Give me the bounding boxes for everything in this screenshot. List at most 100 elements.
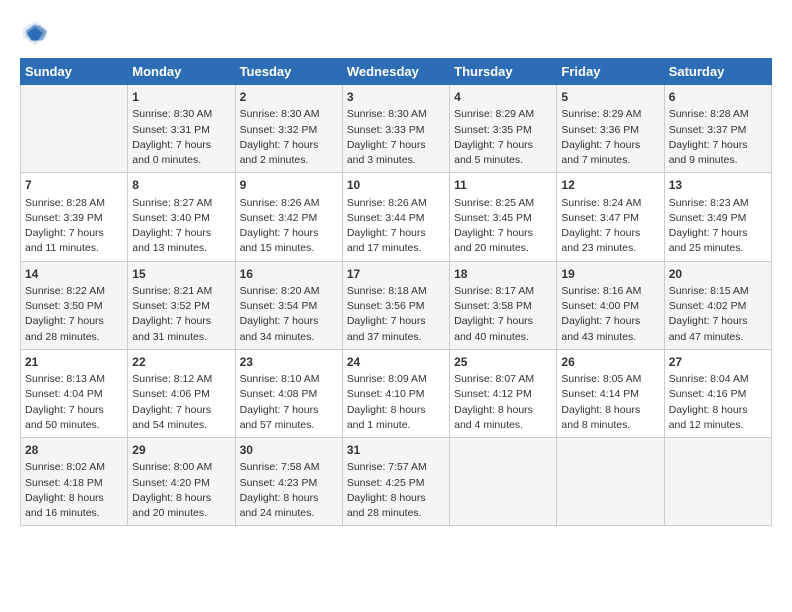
- calendar-cell: 13Sunrise: 8:23 AMSunset: 3:49 PMDayligh…: [664, 173, 771, 261]
- logo-icon: [20, 18, 50, 48]
- day-info-line: Sunrise: 7:58 AM: [240, 460, 338, 475]
- day-info-line: and 28 minutes.: [25, 330, 123, 345]
- col-thursday: Thursday: [450, 59, 557, 85]
- calendar-cell: 26Sunrise: 8:05 AMSunset: 4:14 PMDayligh…: [557, 349, 664, 437]
- day-info-line: Sunrise: 8:22 AM: [25, 284, 123, 299]
- day-info-line: Sunset: 3:39 PM: [25, 211, 123, 226]
- calendar-cell: 31Sunrise: 7:57 AMSunset: 4:25 PMDayligh…: [342, 438, 449, 526]
- day-info-line: Sunset: 4:08 PM: [240, 387, 338, 402]
- day-info-line: Sunset: 3:33 PM: [347, 123, 445, 138]
- day-info-line: and 4 minutes.: [454, 418, 552, 433]
- day-info-line: Sunrise: 8:24 AM: [561, 196, 659, 211]
- day-info-line: Sunrise: 8:00 AM: [132, 460, 230, 475]
- day-info-line: Daylight: 7 hours: [561, 314, 659, 329]
- day-info-line: Sunrise: 8:15 AM: [669, 284, 767, 299]
- day-info-line: Sunrise: 8:16 AM: [561, 284, 659, 299]
- day-number: 12: [561, 177, 659, 194]
- calendar-week-row: 28Sunrise: 8:02 AMSunset: 4:18 PMDayligh…: [21, 438, 772, 526]
- day-info-line: Daylight: 7 hours: [132, 138, 230, 153]
- calendar-cell: 2Sunrise: 8:30 AMSunset: 3:32 PMDaylight…: [235, 85, 342, 173]
- calendar-cell: 10Sunrise: 8:26 AMSunset: 3:44 PMDayligh…: [342, 173, 449, 261]
- day-info-line: Sunset: 4:10 PM: [347, 387, 445, 402]
- day-info-line: Sunset: 3:40 PM: [132, 211, 230, 226]
- day-number: 5: [561, 89, 659, 106]
- day-info-line: and 34 minutes.: [240, 330, 338, 345]
- calendar-cell: [664, 438, 771, 526]
- day-info-line: Daylight: 7 hours: [454, 314, 552, 329]
- calendar-cell: 23Sunrise: 8:10 AMSunset: 4:08 PMDayligh…: [235, 349, 342, 437]
- calendar-cell: 20Sunrise: 8:15 AMSunset: 4:02 PMDayligh…: [664, 261, 771, 349]
- day-info-line: and 2 minutes.: [240, 153, 338, 168]
- calendar-cell: [21, 85, 128, 173]
- day-info-line: Sunrise: 8:28 AM: [669, 107, 767, 122]
- day-number: 24: [347, 354, 445, 371]
- day-number: 17: [347, 266, 445, 283]
- day-info-line: Daylight: 7 hours: [347, 138, 445, 153]
- day-info-line: and 0 minutes.: [132, 153, 230, 168]
- day-info-line: Daylight: 7 hours: [347, 226, 445, 241]
- day-info-line: Sunset: 4:00 PM: [561, 299, 659, 314]
- calendar-cell: 12Sunrise: 8:24 AMSunset: 3:47 PMDayligh…: [557, 173, 664, 261]
- day-info-line: Sunrise: 8:07 AM: [454, 372, 552, 387]
- calendar-cell: 24Sunrise: 8:09 AMSunset: 4:10 PMDayligh…: [342, 349, 449, 437]
- day-info-line: Sunset: 4:18 PM: [25, 476, 123, 491]
- day-info-line: Sunrise: 8:23 AM: [669, 196, 767, 211]
- calendar-cell: 21Sunrise: 8:13 AMSunset: 4:04 PMDayligh…: [21, 349, 128, 437]
- day-info-line: Sunrise: 8:21 AM: [132, 284, 230, 299]
- day-info-line: Sunset: 3:36 PM: [561, 123, 659, 138]
- col-friday: Friday: [557, 59, 664, 85]
- calendar-cell: 16Sunrise: 8:20 AMSunset: 3:54 PMDayligh…: [235, 261, 342, 349]
- day-info-line: Sunset: 4:20 PM: [132, 476, 230, 491]
- day-info-line: Sunrise: 7:57 AM: [347, 460, 445, 475]
- day-info-line: Sunset: 3:52 PM: [132, 299, 230, 314]
- day-number: 31: [347, 442, 445, 459]
- day-info-line: and 17 minutes.: [347, 241, 445, 256]
- col-tuesday: Tuesday: [235, 59, 342, 85]
- day-number: 2: [240, 89, 338, 106]
- day-info-line: and 50 minutes.: [25, 418, 123, 433]
- day-info-line: Daylight: 7 hours: [669, 314, 767, 329]
- day-info-line: Daylight: 7 hours: [25, 403, 123, 418]
- calendar-cell: 4Sunrise: 8:29 AMSunset: 3:35 PMDaylight…: [450, 85, 557, 173]
- day-info-line: and 13 minutes.: [132, 241, 230, 256]
- day-info-line: Daylight: 8 hours: [25, 491, 123, 506]
- day-number: 11: [454, 177, 552, 194]
- col-monday: Monday: [128, 59, 235, 85]
- day-number: 28: [25, 442, 123, 459]
- day-info-line: Daylight: 7 hours: [132, 403, 230, 418]
- day-info-line: Sunrise: 8:17 AM: [454, 284, 552, 299]
- day-number: 15: [132, 266, 230, 283]
- day-info-line: and 7 minutes.: [561, 153, 659, 168]
- calendar-cell: 3Sunrise: 8:30 AMSunset: 3:33 PMDaylight…: [342, 85, 449, 173]
- day-info-line: Daylight: 8 hours: [347, 491, 445, 506]
- page-header: [20, 18, 772, 48]
- calendar-cell: [450, 438, 557, 526]
- day-info-line: and 1 minute.: [347, 418, 445, 433]
- day-number: 22: [132, 354, 230, 371]
- calendar-cell: 30Sunrise: 7:58 AMSunset: 4:23 PMDayligh…: [235, 438, 342, 526]
- day-number: 26: [561, 354, 659, 371]
- day-info-line: and 23 minutes.: [561, 241, 659, 256]
- day-info-line: and 47 minutes.: [669, 330, 767, 345]
- day-info-line: Sunset: 3:47 PM: [561, 211, 659, 226]
- calendar-cell: 27Sunrise: 8:04 AMSunset: 4:16 PMDayligh…: [664, 349, 771, 437]
- day-info-line: Sunset: 3:31 PM: [132, 123, 230, 138]
- day-info-line: Sunrise: 8:25 AM: [454, 196, 552, 211]
- day-info-line: Sunset: 4:12 PM: [454, 387, 552, 402]
- day-info-line: Daylight: 8 hours: [240, 491, 338, 506]
- calendar-cell: 1Sunrise: 8:30 AMSunset: 3:31 PMDaylight…: [128, 85, 235, 173]
- day-info-line: and 24 minutes.: [240, 506, 338, 521]
- day-info-line: Daylight: 8 hours: [454, 403, 552, 418]
- day-info-line: Sunrise: 8:20 AM: [240, 284, 338, 299]
- calendar-cell: 25Sunrise: 8:07 AMSunset: 4:12 PMDayligh…: [450, 349, 557, 437]
- day-info-line: Sunset: 4:14 PM: [561, 387, 659, 402]
- day-info-line: Daylight: 7 hours: [454, 226, 552, 241]
- day-info-line: Sunset: 4:06 PM: [132, 387, 230, 402]
- day-info-line: and 3 minutes.: [347, 153, 445, 168]
- calendar-week-row: 7Sunrise: 8:28 AMSunset: 3:39 PMDaylight…: [21, 173, 772, 261]
- day-info-line: and 40 minutes.: [454, 330, 552, 345]
- day-info-line: and 15 minutes.: [240, 241, 338, 256]
- day-info-line: and 43 minutes.: [561, 330, 659, 345]
- day-info-line: and 16 minutes.: [25, 506, 123, 521]
- day-info-line: Sunrise: 8:27 AM: [132, 196, 230, 211]
